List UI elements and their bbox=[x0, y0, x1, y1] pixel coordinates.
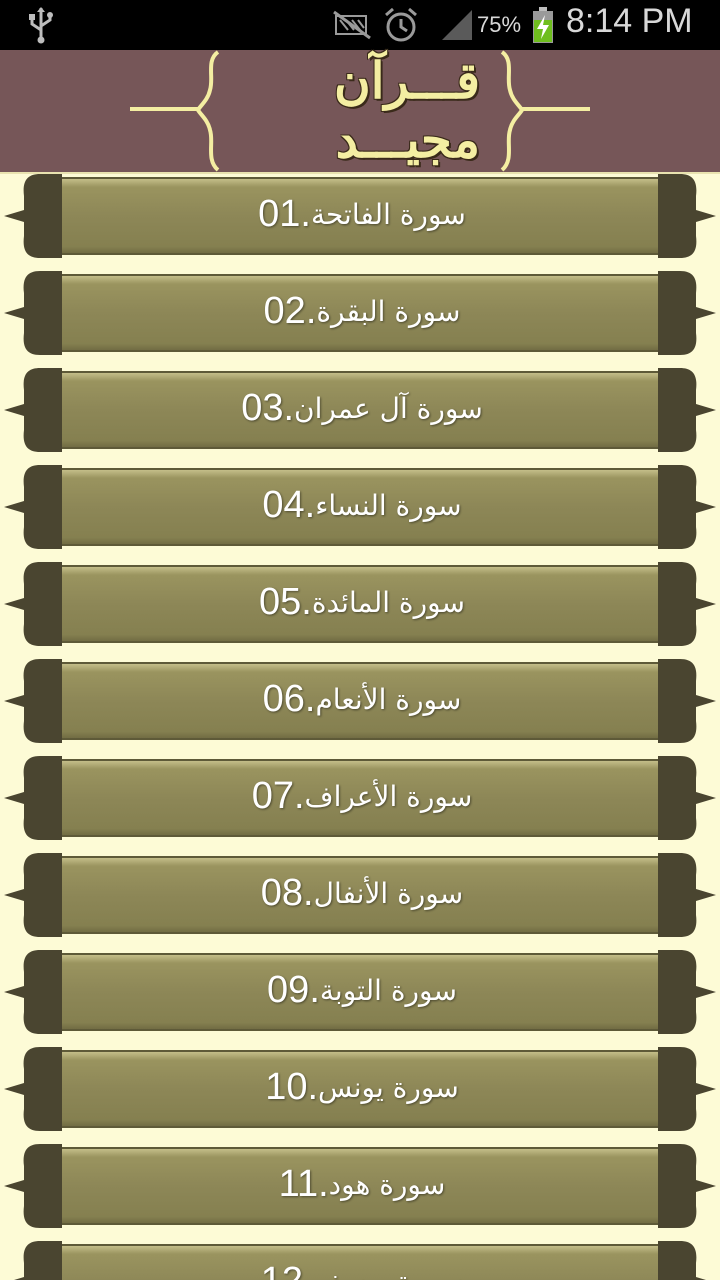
surah-label: 01. سورة الفاتحة bbox=[62, 174, 662, 254]
surah-label: 11. سورة هود bbox=[62, 1144, 662, 1224]
alarm-icon bbox=[382, 6, 420, 48]
surah-name: سورة البقرة bbox=[316, 294, 461, 328]
surah-name: سورة الأعراف bbox=[304, 779, 473, 813]
surah-label: 12.سورة يوسف bbox=[62, 1241, 662, 1280]
surah-number: 02 bbox=[263, 289, 306, 332]
surah-item[interactable]: 03. سورة آل عمران bbox=[0, 368, 720, 458]
surah-item[interactable]: 07. سورة الأعراف bbox=[0, 756, 720, 846]
surah-number: 08 bbox=[260, 871, 304, 914]
surah-item[interactable]: 12.سورة يوسف bbox=[0, 1241, 720, 1280]
signal-icon bbox=[440, 8, 474, 46]
surah-item[interactable]: 11. سورة هود bbox=[0, 1144, 720, 1234]
surah-label: 06. سورة الأنعام bbox=[62, 659, 662, 739]
clock: 8:14 PM bbox=[566, 2, 693, 40]
surah-item[interactable]: 09. سورة التوبة bbox=[0, 950, 720, 1040]
surah-name: سورة آل عمران bbox=[294, 391, 483, 425]
surah-name: سورة التوبة bbox=[319, 973, 457, 1007]
surah-separator: . bbox=[283, 386, 295, 429]
surah-label: 08. سورة الأنفال bbox=[62, 853, 662, 933]
surah-label: 09. سورة التوبة bbox=[62, 950, 662, 1030]
surah-number: 01 bbox=[258, 192, 301, 235]
surah-name: سورة الأنعام bbox=[315, 682, 462, 716]
surah-label: 05. سورة المائدة bbox=[62, 562, 662, 642]
surah-item[interactable]: 02. سورة البقرة bbox=[0, 271, 720, 361]
surah-separator: . bbox=[305, 289, 317, 332]
surah-number: 03 bbox=[241, 386, 284, 429]
surah-number: 05 bbox=[258, 580, 302, 623]
surah-separator: . bbox=[304, 483, 316, 526]
surah-item[interactable]: 06. سورة الأنعام bbox=[0, 659, 720, 749]
app-header: قـــرآن مجيـــد bbox=[0, 50, 720, 174]
surah-separator: . bbox=[301, 580, 312, 623]
surah-number: 04 bbox=[262, 483, 305, 526]
surah-separator: . bbox=[300, 192, 311, 235]
surah-name: سورة يونس bbox=[318, 1070, 459, 1104]
surah-label: 02. سورة البقرة bbox=[62, 271, 662, 351]
surah-name: سورة الفاتحة bbox=[310, 197, 466, 231]
surah-number: 12 bbox=[261, 1260, 303, 1280]
no-signal-icon bbox=[332, 10, 372, 44]
surah-separator: . bbox=[309, 968, 320, 1011]
surah-separator: . bbox=[303, 871, 314, 914]
surah-label: 10. سورة يونس bbox=[62, 1047, 662, 1127]
surah-separator: . bbox=[304, 677, 316, 720]
surah-label: 03. سورة آل عمران bbox=[62, 368, 662, 448]
surah-separator: . bbox=[303, 1260, 314, 1280]
surah-separator: . bbox=[293, 774, 305, 817]
surah-separator: . bbox=[307, 1065, 319, 1108]
status-bar: 75% 8:14 PM bbox=[0, 0, 720, 50]
surah-name: سورة يوسف bbox=[314, 1265, 464, 1280]
battery-charging-icon bbox=[531, 6, 555, 48]
surah-list[interactable]: 01. سورة الفاتحة 02. سورة البقرة 03. سورة آل … bbox=[0, 174, 720, 1280]
surah-number: 07 bbox=[251, 774, 294, 817]
surah-item[interactable]: 08. سورة الأنفال bbox=[0, 853, 720, 943]
surah-name: سورة المائدة bbox=[311, 585, 466, 619]
surah-label: 07. سورة الأعراف bbox=[62, 756, 662, 836]
surah-item[interactable]: 04. سورة النساء bbox=[0, 465, 720, 555]
surah-name: سورة هود bbox=[328, 1167, 446, 1201]
surah-separator: . bbox=[318, 1162, 329, 1205]
battery-percent: 75% bbox=[477, 12, 522, 37]
surah-name: سورة النساء bbox=[315, 488, 462, 522]
surah-label: 04. سورة النساء bbox=[62, 465, 662, 545]
surah-item[interactable]: 05. سورة المائدة bbox=[0, 562, 720, 652]
app-title: قـــرآن مجيـــد bbox=[333, 51, 480, 169]
surah-number: 10 bbox=[265, 1065, 308, 1108]
surah-name: سورة الأنفال bbox=[313, 876, 464, 910]
surah-number: 09 bbox=[267, 968, 310, 1011]
usb-icon bbox=[26, 6, 56, 48]
surah-item[interactable]: 01. سورة الفاتحة bbox=[0, 174, 720, 264]
surah-number: 11 bbox=[278, 1162, 319, 1205]
surah-item[interactable]: 10. سورة يونس bbox=[0, 1047, 720, 1137]
surah-number: 06 bbox=[262, 677, 305, 720]
